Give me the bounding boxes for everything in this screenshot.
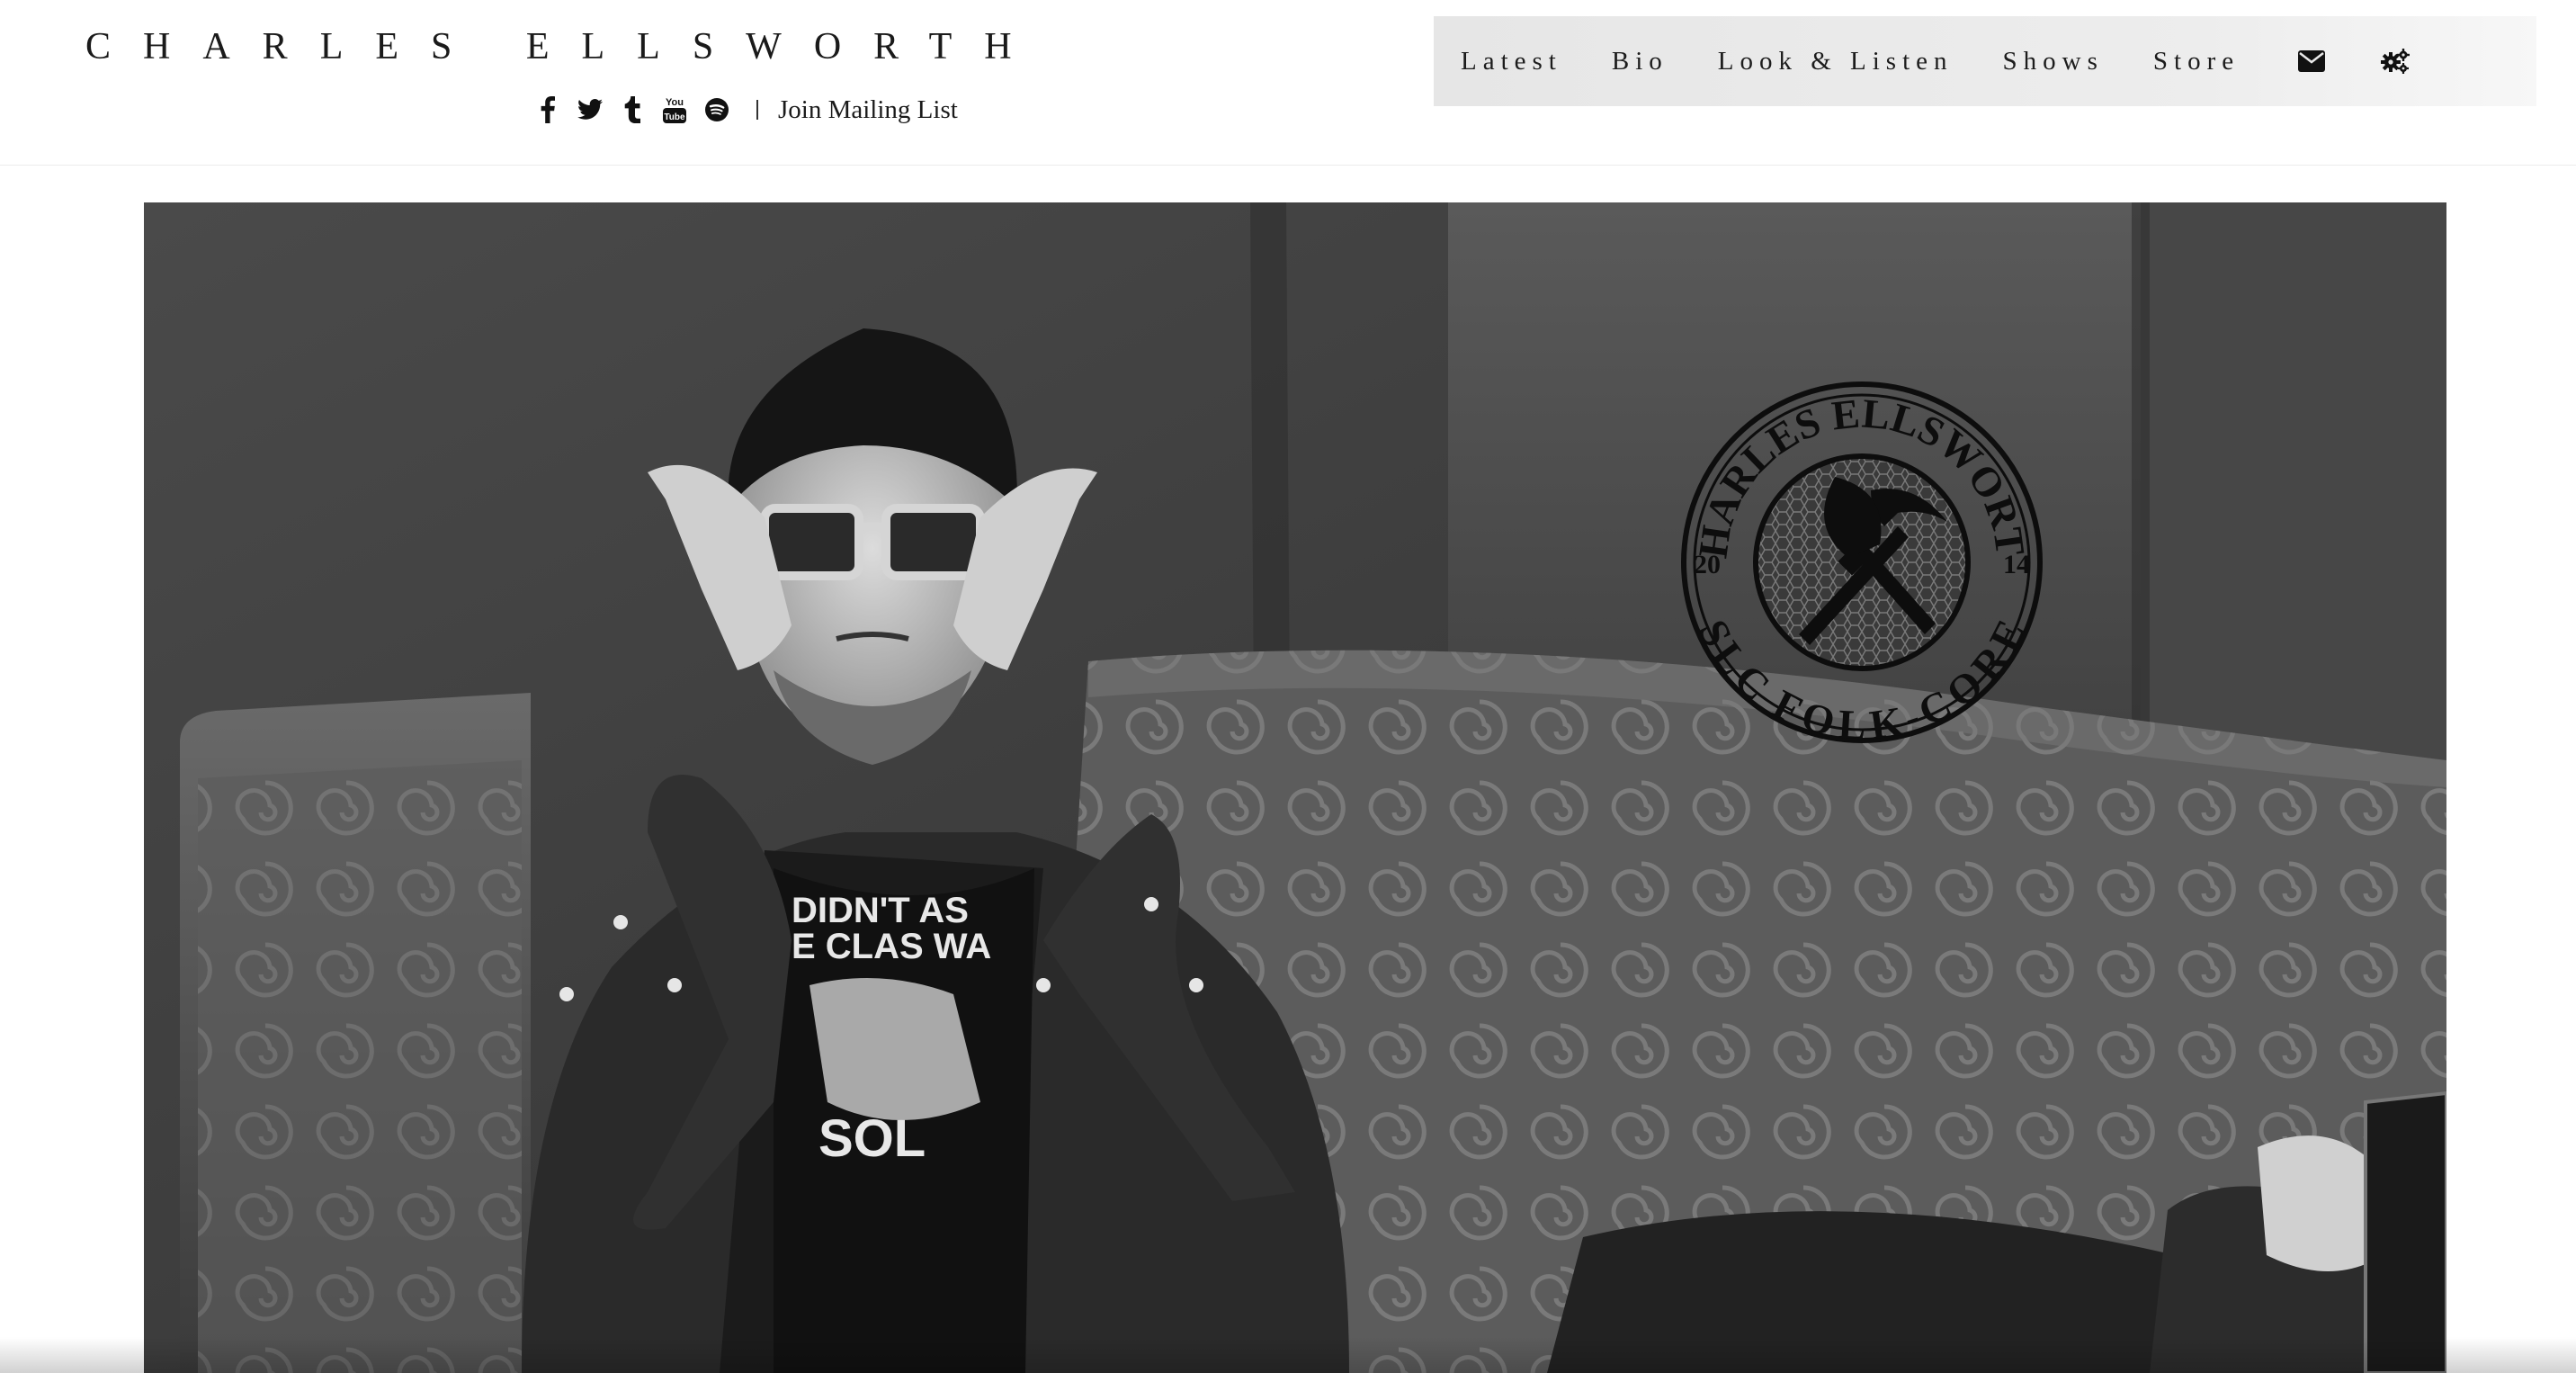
shirt-text-line1: DIDN'T AS (792, 891, 969, 930)
hero-photo: DIDN'T AS E CLAS WA SOL HARLES ELLSWORT … (144, 202, 2446, 1373)
nav-store[interactable]: Store (2153, 47, 2240, 76)
nav-latest[interactable]: Latest (1461, 47, 1562, 76)
shirt-text-line2: E CLAS WA (792, 927, 991, 966)
photo-of-musician: DIDN'T AS E CLAS WA SOL HARLES ELLSWORT … (144, 202, 2446, 1373)
logo-year-right: 14 (2003, 550, 2030, 579)
envelope-icon[interactable] (2298, 50, 2326, 72)
social-links: You Tube Join Mailing List (534, 92, 958, 128)
youtube-icon[interactable]: You Tube (661, 94, 688, 125)
nav-bio[interactable]: Bio (1612, 47, 1668, 76)
facebook-icon[interactable] (534, 94, 561, 125)
nav-shows[interactable]: Shows (2003, 47, 2104, 76)
spotify-icon[interactable] (703, 94, 730, 125)
tumblr-icon[interactable] (619, 94, 646, 125)
join-mailing-list-link[interactable]: Join Mailing List (778, 95, 958, 125)
youtube-glyph-bottom: Tube (664, 112, 685, 122)
youtube-glyph-top: You (666, 97, 684, 108)
social-divider (756, 100, 758, 120)
gears-icon[interactable] (2381, 49, 2411, 74)
logo-year-left: 20 (1694, 550, 1721, 579)
nav-look-listen[interactable]: Look & Listen (1718, 47, 1954, 76)
main-nav: Latest Bio Look & Listen Shows Store (1434, 16, 2536, 106)
twitter-icon[interactable] (577, 94, 604, 125)
site-header: CHARLES ELLSWORTH You Tube Join Mailing … (0, 0, 2576, 166)
site-title[interactable]: CHARLES ELLSWORTH (85, 25, 1066, 68)
